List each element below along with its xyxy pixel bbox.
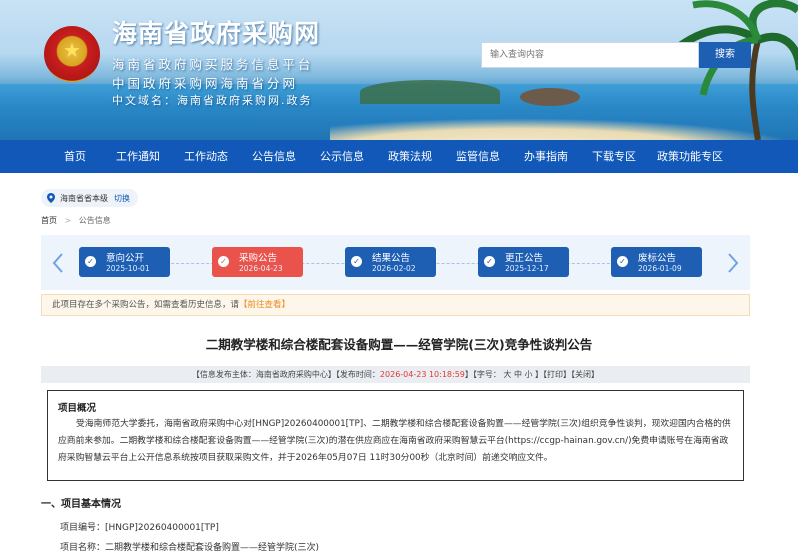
location-pin-icon: [47, 193, 55, 203]
site-subtitle-2: 中国政府采购网海南省分网: [112, 76, 299, 91]
breadcrumb-separator: >: [64, 216, 72, 225]
breadcrumb-home[interactable]: 首页: [41, 216, 57, 225]
banner-rock: [520, 88, 580, 106]
nav-item-work-notice[interactable]: 工作通知: [104, 140, 172, 173]
meta-suffix-actions[interactable]: 】【字号： 大 中 小 】【打印】【关闭】: [465, 370, 599, 379]
nav-item-downloads[interactable]: 下载专区: [580, 140, 648, 173]
nav-item-supervision[interactable]: 监管信息: [444, 140, 512, 173]
section-heading: 一、项目基本情况: [41, 499, 121, 510]
nav-item-guide[interactable]: 办事指南: [512, 140, 580, 173]
timeline-node-cancelled[interactable]: ✓ 废标公告 2026-01-09: [611, 247, 702, 277]
timeline-node-label: 意向公开: [106, 253, 145, 264]
breadcrumb: 首页 > 公告信息: [41, 215, 111, 226]
chevron-left-icon[interactable]: [51, 253, 65, 273]
site-subtitle-1: 海南省政府购买服务信息平台: [112, 57, 314, 72]
breadcrumb-current: 公告信息: [78, 216, 111, 225]
nav-item-policy-functions[interactable]: 政策功能专区: [648, 140, 732, 173]
nav-item-work-news[interactable]: 工作动态: [172, 140, 240, 173]
timeline-node-date: 2026-01-09: [638, 264, 682, 273]
article-meta-bar: 【信息发布主体：海南省政府采购中心】【发布时间：2026-04-23 10:18…: [41, 366, 750, 383]
search-button[interactable]: 搜索: [699, 42, 751, 68]
national-emblem-icon: [44, 26, 100, 82]
timeline-node-label: 结果公告: [372, 253, 411, 264]
check-icon: ✓: [218, 256, 229, 267]
check-icon: ✓: [484, 256, 495, 267]
publish-time: 2026-04-23 10:18:59: [379, 370, 465, 379]
project-number: 项目编号：[HNGP]20260400001[TP]: [60, 523, 219, 533]
nav-item-policies[interactable]: 政策法规: [376, 140, 444, 173]
meta-prefix: 【信息发布主体：海南省政府采购中心】【发布时间：: [191, 370, 380, 379]
site-title: 海南省政府采购网: [112, 19, 321, 48]
timeline-node-label: 废标公告: [638, 253, 677, 264]
timeline-node-date: 2026-04-23: [239, 264, 283, 273]
region-name: 海南省省本级: [60, 193, 108, 203]
check-icon: ✓: [351, 256, 362, 267]
nav-item-announcements[interactable]: 公告信息: [240, 140, 308, 173]
history-notice-text: 此项目存在多个采购公告，如需查看历史信息，请: [52, 300, 240, 310]
timeline-node-correction[interactable]: ✓ 更正公告 2025-12-17: [478, 247, 569, 277]
region-selector: 海南省省本级 切换: [41, 189, 138, 207]
timeline-node-result[interactable]: ✓ 结果公告 2026-02-02: [345, 247, 436, 277]
nav-item-home[interactable]: 首页: [46, 140, 104, 173]
search-input[interactable]: [481, 42, 699, 68]
main-nav: 首页 工作通知 工作动态 公告信息 公示信息 政策法规 监管信息 办事指南 下载…: [0, 140, 798, 173]
overview-text: 受海南师范大学委托，海南省政府采购中心对[HNGP]20260400001[TP…: [58, 419, 731, 463]
timeline-node-procurement[interactable]: ✓ 采购公告 2026-04-23: [212, 247, 303, 277]
timeline-node-date: 2026-02-02: [372, 264, 416, 273]
overview-heading: 项目概况: [58, 403, 97, 414]
header-banner: 海南省政府采购网 海南省政府购买服务信息平台 中国政府采购网海南省分网 中文域名…: [0, 0, 798, 140]
article-title: 二期教学楼和综合楼配套设备购置——经管学院(三次)竞争性谈判公告: [205, 337, 593, 352]
chevron-right-icon[interactable]: [726, 253, 740, 273]
timeline-node-label: 更正公告: [505, 253, 544, 264]
nav-item-publicity[interactable]: 公示信息: [308, 140, 376, 173]
history-notice: 此项目存在多个采购公告，如需查看历史信息，请【前往查看】: [41, 294, 750, 316]
announcement-timeline: ✓ 意向公开 2025-10-01 ✓ 采购公告 2026-04-23 ✓ 结果…: [41, 235, 750, 290]
check-icon: ✓: [85, 256, 96, 267]
check-icon: ✓: [617, 256, 628, 267]
project-overview-box: 项目概况 受海南师范大学委托，海南省政府采购中心对[HNGP]202604000…: [47, 390, 744, 481]
timeline-node-date: 2025-10-01: [106, 264, 150, 273]
chinese-domain-label: 中文域名：海南省政府采购网.政务: [112, 94, 313, 107]
history-view-link[interactable]: 【前往查看】: [239, 300, 290, 310]
palm-tree-decoration: [665, 0, 798, 140]
region-switch-link[interactable]: 切换: [114, 193, 130, 204]
timeline-node-intent[interactable]: ✓ 意向公开 2025-10-01: [79, 247, 170, 277]
timeline-node-label: 采购公告: [239, 253, 278, 264]
banner-island: [360, 80, 500, 104]
timeline-node-date: 2025-12-17: [505, 264, 549, 273]
project-name: 项目名称：二期教学楼和综合楼配套设备购置——经管学院(三次): [60, 543, 320, 553]
